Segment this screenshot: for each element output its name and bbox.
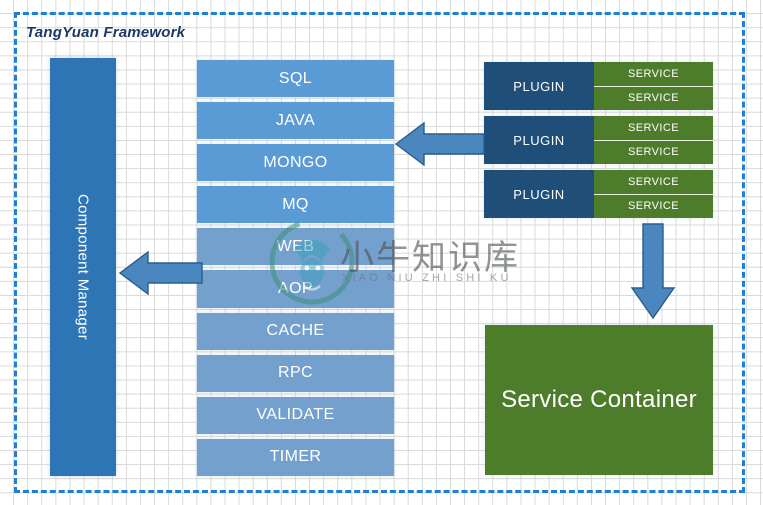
plugin-row[interactable]: PLUGIN SERVICE SERVICE — [484, 62, 713, 110]
plugin-label: PLUGIN — [513, 186, 565, 202]
component-label: TIMER — [269, 448, 322, 466]
framework-title: TangYuan Framework — [26, 24, 186, 41]
plugin-box[interactable]: PLUGIN — [484, 116, 594, 164]
component-block-aop[interactable]: AOP — [197, 270, 394, 308]
service-container-label: Service Container — [501, 386, 697, 413]
service-box[interactable]: SERVICE — [594, 141, 713, 165]
plugin-label: PLUGIN — [513, 78, 565, 94]
service-label: SERVICE — [628, 92, 679, 105]
arrow-components-to-manager-icon — [118, 250, 203, 296]
component-manager-label: Component Manager — [74, 193, 92, 341]
component-label: JAVA — [275, 111, 316, 129]
service-column: SERVICE SERVICE — [594, 62, 713, 110]
component-stack: SQL JAVA MONGO MQ WEB AOP CACHE RPC VALI… — [197, 60, 394, 476]
diagram-canvas: TangYuan Framework Component Manager SQL… — [0, 0, 763, 505]
component-label: AOP — [278, 280, 313, 298]
component-block-cache[interactable]: CACHE — [197, 312, 394, 350]
service-label: SERVICE — [628, 175, 679, 188]
service-column: SERVICE SERVICE — [594, 170, 713, 218]
service-box[interactable]: SERVICE — [594, 62, 713, 87]
component-block-mq[interactable]: MQ — [197, 186, 394, 224]
component-block-java[interactable]: JAVA — [197, 102, 394, 140]
service-label: SERVICE — [628, 67, 679, 80]
service-label: SERVICE — [628, 146, 679, 159]
plugin-group: PLUGIN SERVICE SERVICE PLUGIN SERVICE SE… — [484, 62, 713, 218]
component-block-sql[interactable]: SQL — [197, 60, 394, 98]
component-block-validate[interactable]: VALIDATE — [197, 396, 394, 434]
plugin-box[interactable]: PLUGIN — [484, 170, 594, 218]
service-label: SERVICE — [628, 200, 679, 213]
component-label: VALIDATE — [256, 406, 335, 424]
component-label: RPC — [278, 364, 313, 382]
plugin-label: PLUGIN — [513, 132, 565, 148]
component-label: CACHE — [266, 322, 325, 340]
component-manager-box[interactable]: Component Manager — [50, 58, 116, 476]
service-container-box[interactable]: Service Container — [485, 325, 713, 475]
service-box[interactable]: SERVICE — [594, 116, 713, 141]
plugin-row[interactable]: PLUGIN SERVICE SERVICE — [484, 116, 713, 164]
service-label: SERVICE — [628, 121, 679, 134]
service-box[interactable]: SERVICE — [594, 170, 713, 195]
component-label: MONGO — [263, 153, 328, 171]
service-column: SERVICE SERVICE — [594, 116, 713, 164]
component-block-mongo[interactable]: MONGO — [197, 144, 394, 182]
service-box[interactable]: SERVICE — [594, 87, 713, 111]
arrow-plugins-to-service-container-icon — [630, 223, 676, 320]
component-block-rpc[interactable]: RPC — [197, 354, 394, 392]
arrow-plugins-to-components-icon — [394, 121, 485, 167]
component-block-web[interactable]: WEB — [197, 228, 394, 266]
service-box[interactable]: SERVICE — [594, 195, 713, 219]
plugin-box[interactable]: PLUGIN — [484, 62, 594, 110]
component-label: MQ — [282, 195, 309, 213]
component-block-timer[interactable]: TIMER — [197, 438, 394, 476]
component-label: SQL — [278, 69, 313, 87]
component-label: WEB — [276, 237, 315, 255]
plugin-row[interactable]: PLUGIN SERVICE SERVICE — [484, 170, 713, 218]
